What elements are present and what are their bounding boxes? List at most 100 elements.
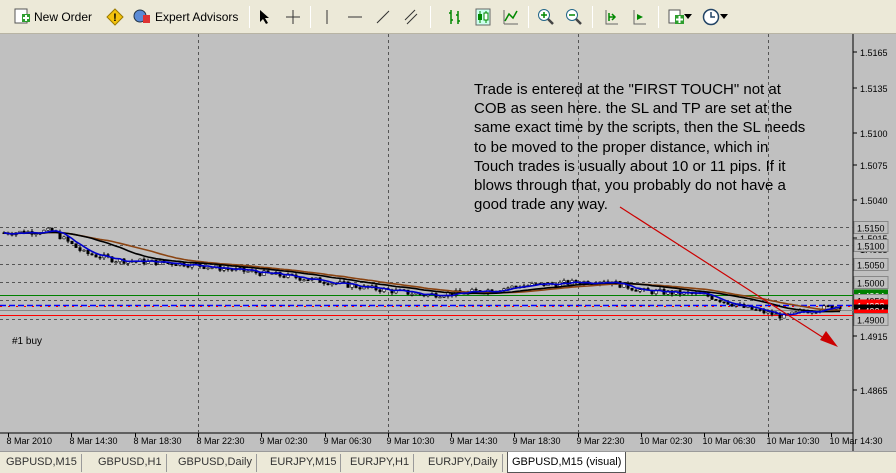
candle-body [766, 311, 770, 314]
vertical-line-icon[interactable] [316, 6, 338, 28]
chart-shift-icon[interactable] [601, 6, 623, 28]
trendline-icon[interactable] [372, 6, 394, 28]
time-label: 9 Mar 14:30 [450, 436, 498, 446]
candle-body [754, 309, 758, 311]
candle-body [330, 283, 334, 286]
candle-body [774, 313, 778, 315]
candle-body [70, 240, 74, 244]
candle-body [562, 280, 566, 283]
candle-body [730, 304, 734, 307]
candle-body [246, 270, 250, 273]
time-label: 9 Mar 10:30 [387, 436, 435, 446]
chart-tab[interactable]: EURJPY,Daily [424, 454, 503, 472]
time-label: 8 Mar 2010 [7, 436, 53, 446]
time-label: 9 Mar 02:30 [260, 436, 308, 446]
candle-body [202, 266, 206, 269]
chart-window[interactable]: #1 buy Trade is entered at the "FIRST TO… [0, 34, 896, 451]
time-label: 10 Mar 14:30 [830, 436, 883, 446]
price-scale-label: 1.5075 [860, 161, 888, 171]
candle-body [62, 236, 66, 240]
price-tag-label: 1.5100 [857, 242, 885, 252]
time-label: 9 Mar 22:30 [577, 436, 625, 446]
time-label: 10 Mar 10:30 [767, 436, 820, 446]
expert-advisors-label: Expert Advisors [155, 10, 239, 24]
candle-body [350, 284, 354, 288]
candle-body [78, 247, 82, 251]
toolbar-separator [592, 6, 593, 28]
price-scale-label: 1.5135 [860, 84, 888, 94]
candle-body [186, 265, 190, 268]
price-chart[interactable]: #1 buy Trade is entered at the "FIRST TO… [0, 34, 896, 451]
annotation-line: Touch trades is usually about 10 or 11 p… [474, 158, 786, 175]
chart-tab[interactable]: EURJPY,M15 [266, 454, 342, 472]
toolbar-separator [430, 6, 431, 28]
candle-body [86, 249, 90, 255]
time-label: 8 Mar 18:30 [134, 436, 182, 446]
candle-body [734, 304, 738, 307]
cursor-icon[interactable] [254, 6, 276, 28]
candle-body [474, 289, 478, 291]
candle-body [50, 227, 54, 231]
horizontal-line-icon[interactable] [344, 6, 366, 28]
price-tag-label: 1.5000 [857, 279, 885, 289]
zoom-out-icon[interactable] [563, 6, 585, 28]
candle-body [358, 287, 362, 290]
warning-icon[interactable]: ! [104, 6, 126, 28]
candle-body [438, 296, 442, 299]
new-order-label: New Order [34, 10, 93, 24]
candle-body [298, 277, 302, 281]
bar-chart-icon[interactable] [444, 6, 466, 28]
candle-body [82, 249, 86, 252]
chevron-down-icon[interactable] [683, 6, 693, 28]
chart-tab[interactable]: GBPUSD,H1 [94, 454, 167, 472]
price-tag-label: 1.4900 [857, 316, 885, 326]
candle-body [710, 295, 714, 300]
candle-body [90, 253, 94, 256]
chart-tab[interactable]: EURJPY,H1 [346, 454, 415, 472]
zoom-in-icon[interactable] [535, 6, 557, 28]
candle-body [322, 282, 326, 284]
candle-body [114, 261, 118, 264]
annotation-line: same exact time by the scripts, then the… [474, 119, 805, 136]
annotation-text: Trade is entered at the "FIRST TOUCH" no… [474, 81, 805, 213]
candle-body [98, 256, 102, 259]
price-tag-label: 1.5050 [857, 261, 885, 271]
channel-icon[interactable] [400, 6, 422, 28]
expert-advisors-button[interactable]: Expert Advisors [133, 5, 238, 29]
chart-tabs: GBPUSD,M15 GBPUSD,H1 GBPUSD,Daily EURJPY,M1… [0, 451, 896, 473]
candle-body [442, 295, 446, 298]
toolbar: New Order ! Expert Advisors [0, 0, 896, 34]
candle-body [506, 287, 510, 290]
candle-body [638, 289, 642, 292]
price-scale-label: 1.5040 [860, 196, 888, 206]
candlestick-icon[interactable] [472, 6, 494, 28]
candle-body [66, 236, 70, 242]
time-label: 10 Mar 02:30 [640, 436, 693, 446]
order-label: #1 buy [12, 336, 42, 347]
chart-tab[interactable]: GBPUSD,M15 (visual) [507, 452, 627, 473]
line-chart-icon[interactable] [500, 6, 522, 28]
annotation-line: Trade is entered at the "FIRST TOUCH" no… [474, 81, 782, 98]
chart-tab[interactable]: GBPUSD,M15 [2, 454, 82, 472]
autoscroll-icon[interactable] [629, 6, 651, 28]
annotation-line: to be moved to the proper distance, whic… [474, 139, 768, 156]
annotation-line: blows through that, you probably do not … [474, 177, 787, 194]
crosshair-icon[interactable] [282, 6, 304, 28]
time-label: 10 Mar 06:30 [703, 436, 756, 446]
chart-tab[interactable]: GBPUSD,Daily [174, 454, 257, 472]
candle-body [510, 285, 514, 289]
chevron-down-icon[interactable] [719, 6, 729, 28]
price-scale-label: 1.4915 [860, 332, 888, 342]
price-scale-label: 1.4865 [860, 386, 888, 396]
candle-body [258, 272, 262, 276]
price-scale-label: 1.5100 [860, 129, 888, 139]
candle-body [514, 285, 518, 288]
new-order-icon [14, 8, 30, 27]
candle-body [282, 275, 286, 278]
candle-body [94, 254, 98, 258]
candle-body [262, 270, 266, 276]
candle-body [326, 283, 330, 286]
new-order-button[interactable]: New Order [14, 5, 92, 29]
time-label: 8 Mar 14:30 [70, 436, 118, 446]
toolbar-separator [310, 6, 311, 28]
